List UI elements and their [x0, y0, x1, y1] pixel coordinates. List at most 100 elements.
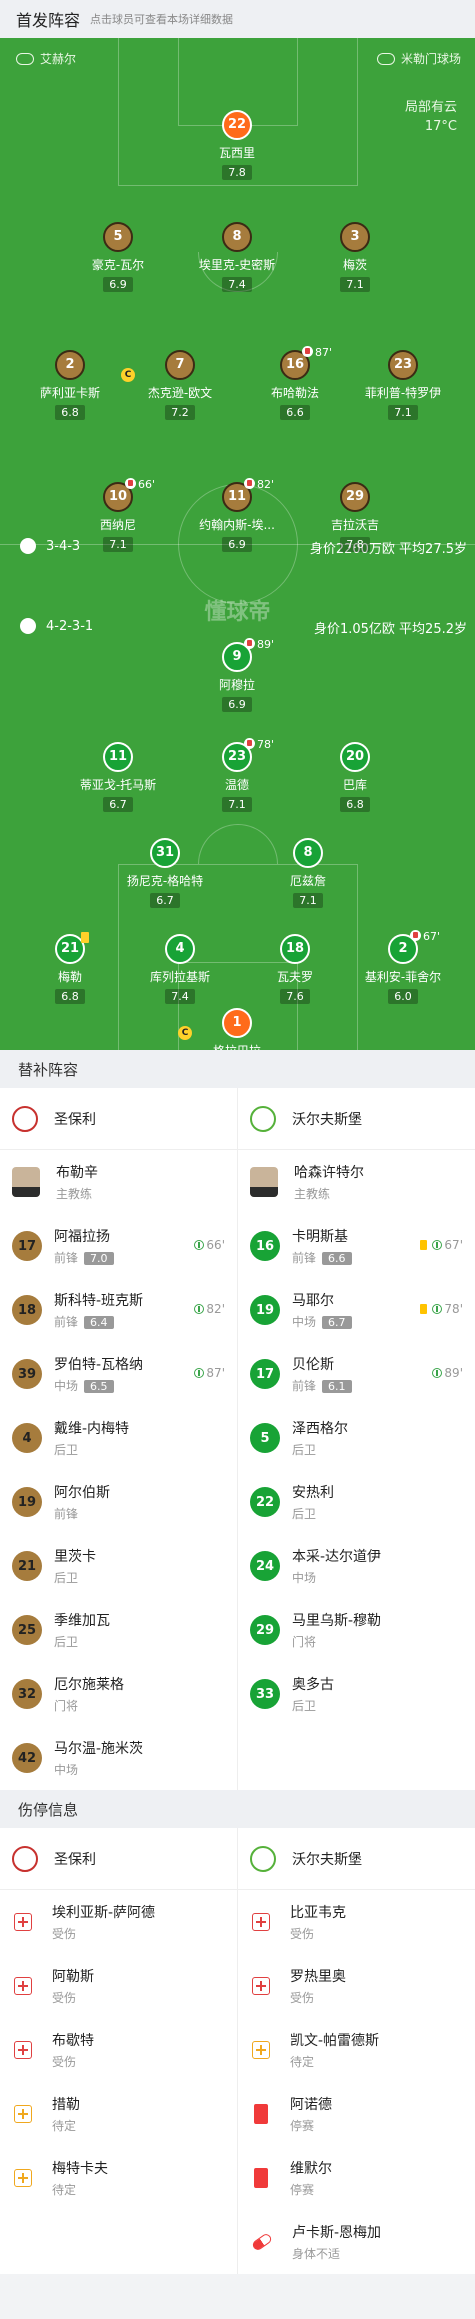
rating-value: 6.7	[109, 798, 127, 811]
sub-player-row[interactable]: 21 里茨卡 后卫	[0, 1534, 237, 1598]
player-name: 布哈勒法	[270, 386, 319, 400]
player-number: 33	[250, 1679, 280, 1709]
player-marker[interactable]: 7 C 杰克逊-欧文 7.2	[121, 350, 235, 420]
away-team-row[interactable]: 沃尔夫斯堡	[238, 1088, 475, 1150]
sub-player-row[interactable]: 22 安热利 后卫	[238, 1470, 475, 1534]
player-name: 比亚韦克	[290, 1905, 346, 1921]
player-rating: 7.4	[222, 277, 252, 292]
player-marker[interactable]: 2 67' 基利安-菲舍尔 6.0	[348, 930, 458, 1004]
player-marker[interactable]: 11 82' 约翰内斯-埃... 6.9	[182, 478, 292, 552]
injury-row[interactable]: 比亚韦克 受伤	[238, 1890, 475, 1954]
player-position: 前锋	[292, 1379, 317, 1393]
rating-value: 6.9	[228, 538, 246, 551]
player-marker[interactable]: 31 扬尼克-格哈特 6.7	[110, 838, 220, 908]
player-position: 前锋	[54, 1315, 79, 1329]
sub-out-icon	[244, 738, 255, 749]
player-number: 32	[12, 1679, 42, 1709]
subs-grid: 圣保利 布勒辛 主教练 17 阿福拉扬 前锋 7.0 66' 18 斯科特-班克斯 前锋 6.4 8…	[0, 1088, 475, 1790]
player-marker[interactable]: 4 库列拉基斯 7.4	[125, 934, 235, 1004]
player-marker[interactable]: 11 蒂亚戈-托马斯 6.7	[63, 742, 173, 812]
home-coach[interactable]: 布勒辛 主教练	[0, 1150, 237, 1214]
sub-player-row[interactable]: 42 马尔温-施米茨 中场	[0, 1726, 237, 1790]
player-marker[interactable]: 21 梅勒 6.8	[15, 932, 125, 1004]
sub-player-row[interactable]: 17 阿福拉扬 前锋 7.0 66'	[0, 1214, 237, 1278]
sub-player-row[interactable]: 39 罗伯特-瓦格纳 中场 6.5 87'	[0, 1342, 237, 1406]
player-rating: 7.1	[293, 893, 323, 908]
player-marker[interactable]: 2 萨利亚卡斯 6.8	[15, 350, 125, 420]
sub-player-row[interactable]: 4 戴维-内梅特 后卫	[0, 1406, 237, 1470]
sub-player-row[interactable]: 19 马耶尔 中场 6.7 78'	[238, 1278, 475, 1342]
sub-in-icon	[194, 1304, 205, 1314]
home-team-crest-icon	[20, 538, 36, 554]
player-number: 4	[12, 1423, 42, 1453]
player-marker[interactable]: 16 87' 布哈勒法 6.6	[240, 346, 350, 420]
injury-row[interactable]: 维默尔 停赛	[238, 2146, 475, 2210]
away-coach[interactable]: 哈森许特尔 主教练	[238, 1150, 475, 1214]
player-marker[interactable]: 5 豪克-瓦尔 6.9	[63, 222, 173, 292]
pitch: 艾赫尔 米勒门球场 局部有云 17°C 3-4-3 身价2200万欧 平均27.…	[0, 38, 475, 1050]
rating-value: 7.1	[228, 798, 246, 811]
player-marker[interactable]: 18 瓦夫罗 7.6	[240, 934, 350, 1004]
player-name: 埃利亚斯-萨阿德	[52, 1905, 156, 1921]
player-rating: 6.0	[388, 989, 418, 1004]
player-name: 罗伯特-瓦格纳	[54, 1357, 144, 1373]
player-position: 前锋	[54, 1251, 79, 1265]
player-marker[interactable]: 10 66' 西纳尼 7.1	[63, 478, 173, 552]
injury-row[interactable]: 凯文-帕雷德斯 待定	[238, 2018, 475, 2082]
player-marker[interactable]: 20 巴库 6.8	[300, 742, 410, 812]
player-marker[interactable]: 23 菲利普-特罗伊 7.1	[348, 350, 458, 420]
sub-minute: 89'	[444, 1366, 463, 1380]
sub-minute: 67'	[423, 930, 441, 943]
player-name: 马耶尔	[292, 1293, 334, 1309]
player-marker[interactable]: 3 梅茨 7.1	[300, 222, 410, 292]
injury-row[interactable]: 布歇特 受伤	[0, 2018, 237, 2082]
player-marker[interactable]: 1C格拉巴拉★8.0	[178, 1008, 292, 1050]
player-marker[interactable]: 23 78' 温德 7.1	[182, 738, 292, 812]
home-team-row[interactable]: 圣保利	[0, 1828, 237, 1890]
injury-row[interactable]: 埃利亚斯-萨阿德 受伤	[0, 1890, 237, 1954]
sub-in-icon	[194, 1240, 205, 1250]
home-team-row[interactable]: 圣保利	[0, 1088, 237, 1150]
player-marker[interactable]: 8 厄兹詹 7.1	[253, 838, 363, 908]
player-rating: 7.8	[222, 165, 252, 180]
away-team-row[interactable]: 沃尔夫斯堡	[238, 1828, 475, 1890]
player-marker[interactable]: 22 瓦西里 7.8	[182, 110, 292, 180]
player-name: 梅勒	[57, 970, 82, 984]
sub-player-row[interactable]: 16 卡明斯基 前锋 6.6 67'	[238, 1214, 475, 1278]
rating-value: 6.8	[346, 798, 364, 811]
lineup-header: 首发阵容 点击球员可查看本场详细数据	[0, 0, 475, 38]
player-rating: 6.7	[322, 1316, 352, 1329]
sub-player-row[interactable]: 5 泽西格尔 后卫	[238, 1406, 475, 1470]
sub-player-row[interactable]: 24 本采-达尔道伊 中场	[238, 1534, 475, 1598]
player-marker[interactable]: 8 埃里克-史密斯 7.4	[182, 222, 292, 292]
rating-value: 6.7	[156, 894, 174, 907]
sub-out-icon	[410, 930, 421, 941]
player-rating: 7.6	[280, 989, 310, 1004]
sub-on-indicator: 78'	[420, 1302, 463, 1316]
sub-player-row[interactable]: 18 斯科特-班克斯 前锋 6.4 82'	[0, 1278, 237, 1342]
player-marker[interactable]: 9 89' 阿穆拉 6.9	[182, 638, 292, 712]
injury-row[interactable]: 卢卡斯-恩梅加 身体不适	[238, 2210, 475, 2274]
injury-status: 受伤	[290, 1927, 315, 1941]
sub-player-row[interactable]: 25 季维加瓦 后卫	[0, 1598, 237, 1662]
injury-row[interactable]: 罗热里奥 受伤	[238, 1954, 475, 2018]
injury-row[interactable]: 措勒 待定	[0, 2082, 237, 2146]
coach-role: 主教练	[294, 1187, 331, 1201]
injury-status: 停赛	[290, 2183, 315, 2197]
sub-player-row[interactable]: 33 奥多古 后卫	[238, 1662, 475, 1726]
sub-player-row[interactable]: 19 阿尔伯斯 前锋	[0, 1470, 237, 1534]
injury-row[interactable]: 阿诺德 停赛	[238, 2082, 475, 2146]
sub-player-row[interactable]: 29 马里乌斯-穆勒 门将	[238, 1598, 475, 1662]
injury-row[interactable]: 梅特卡夫 待定	[0, 2146, 237, 2210]
player-name: 卡明斯基	[292, 1229, 348, 1245]
venue-name: 米勒门球场	[400, 52, 461, 66]
player-rating: 7.1	[388, 405, 418, 420]
sub-player-row[interactable]: 32 厄尔施莱格 门将	[0, 1662, 237, 1726]
player-marker[interactable]: 29 吉拉沃吉 7.8	[300, 482, 410, 552]
sub-player-row[interactable]: 17 贝伦斯 前锋 6.1 89'	[238, 1342, 475, 1406]
injury-row[interactable]: 阿勒斯 受伤	[0, 1954, 237, 2018]
player-name: 格拉巴拉	[182, 1042, 292, 1050]
player-number: 24	[250, 1551, 280, 1581]
sub-off-indicator: 78'	[244, 737, 274, 751]
sub-on-indicator: 67'	[420, 1238, 463, 1252]
